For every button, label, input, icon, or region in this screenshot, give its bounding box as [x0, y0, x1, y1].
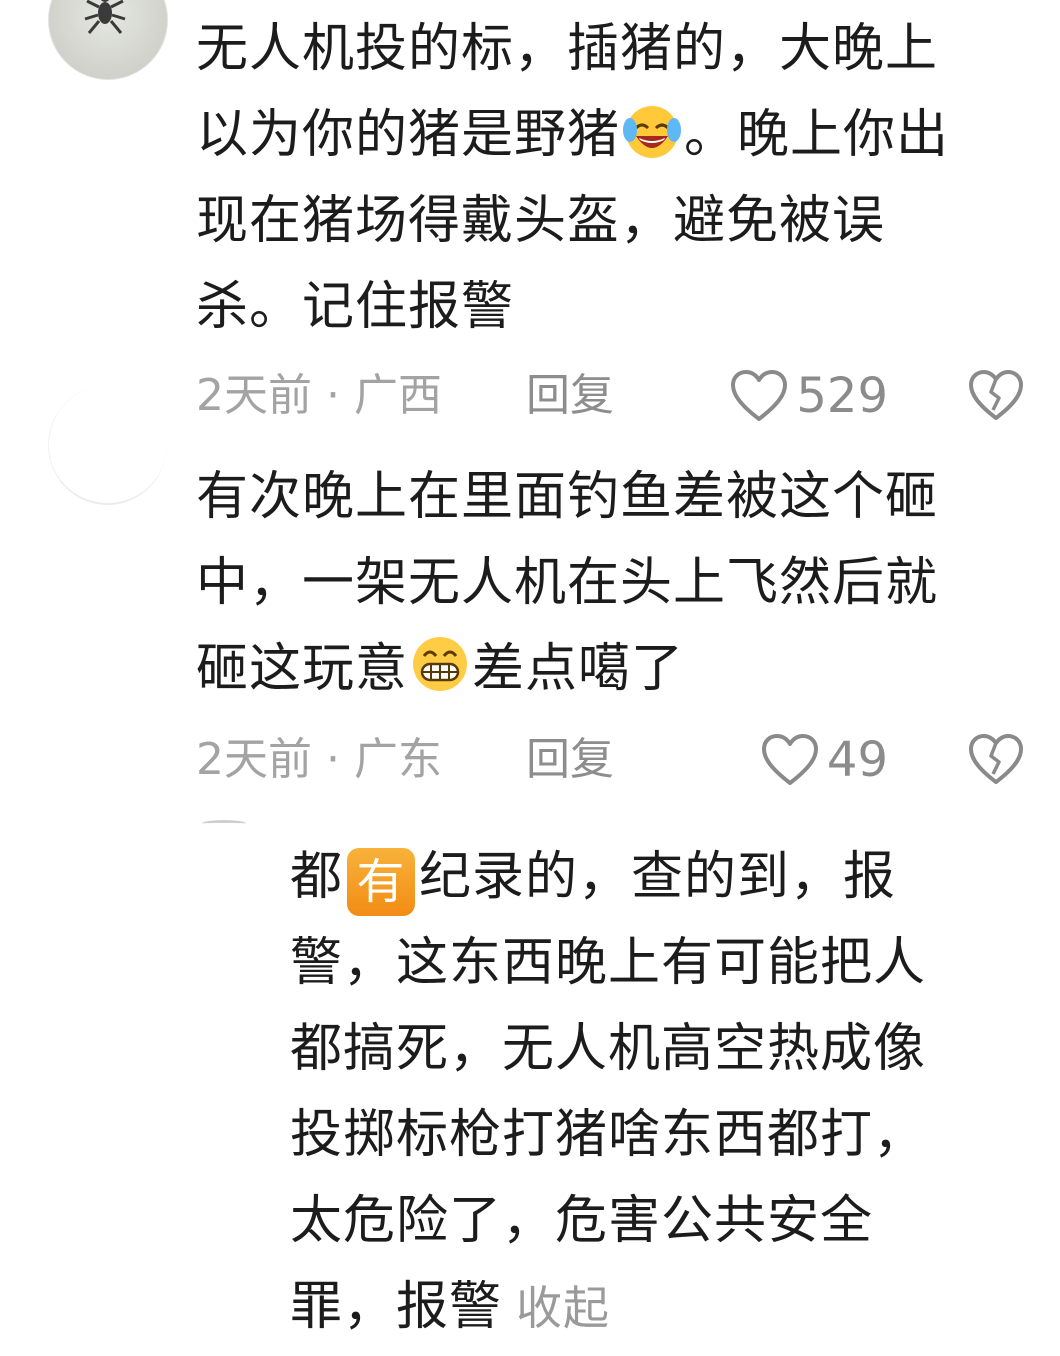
reply-line: 太危险了，危害公共安全 — [290, 1191, 874, 1251]
comment-line: 现在猪场得戴头盔，避免被误 — [196, 191, 886, 251]
reply-body: 都有纪录的，查的到，报 警，这东西晚上有可能把人 都搞死，无人机高空热成像 投掷… — [290, 834, 926, 1351]
reply-line: 罪，报警 收起 — [290, 1264, 926, 1351]
reply-avatar[interactable] — [202, 820, 246, 827]
comment-body: 有次晚上在里面钓鱼差被这个砸 中，一架无人机在头上飞然后就 砸这玩意 差点噶了 — [196, 454, 938, 712]
like-count: 529 — [796, 368, 888, 424]
time-location: 2天前 · 广西 — [196, 370, 442, 421]
reply-line: 都搞死，无人机高空热成像 — [290, 1019, 927, 1079]
collapse-button[interactable]: 收起 — [516, 1281, 610, 1335]
user-avatar[interactable] — [48, 385, 167, 505]
reply-button[interactable]: 回复 — [526, 366, 614, 426]
comment-text: 差点噶了 — [472, 639, 685, 699]
comment-line: 有次晚上在里面钓鱼差被这个砸 — [196, 467, 939, 527]
laughing-crying-emoji-icon — [623, 106, 682, 158]
broken-heart-icon[interactable] — [968, 370, 1024, 422]
comment-line: 以为你的猪是野猪 。晚上你出 — [196, 92, 949, 178]
heart-outline-icon — [761, 734, 818, 785]
reply-line: 警，这东西晚上有可能把人 — [290, 933, 927, 993]
comment-text: 砸这玩意 — [196, 639, 409, 699]
insect-avatar-image — [84, 0, 126, 34]
reply-text: 都 — [290, 847, 344, 907]
user-avatar[interactable] — [48, 0, 168, 80]
reply-text: 罪，报警 — [290, 1277, 503, 1337]
heart-outline-icon — [731, 370, 788, 421]
reply-button[interactable]: 回复 — [526, 730, 614, 790]
broken-heart-icon[interactable] — [968, 734, 1024, 786]
you-badge: 有 — [347, 848, 416, 916]
comment-line: 杀。记住报警 — [196, 277, 515, 337]
comment-text: 以为你的猪是野猪 — [196, 105, 621, 165]
comment-line: 无人机投的标，插猪的，大晚上 — [196, 19, 939, 79]
time-location: 2天前 · 广东 — [196, 734, 442, 785]
reply-text: 纪录的，查的到，报 — [419, 847, 897, 907]
reply-line: 投掷标枪打猪啥东西都打， — [290, 1105, 927, 1165]
comment-meta: 2天前 · 广东 回复 49 — [196, 730, 1026, 790]
like-button[interactable]: 529 — [730, 366, 888, 426]
grinning-teeth-emoji-icon — [413, 637, 468, 691]
comment-meta: 2天前 · 广西 回复 529 — [196, 366, 1026, 426]
comment-body: 无人机投的标，插猪的，大晚上 以为你的猪是野猪 。晚上你出 现在猪场得戴头盔，避… — [196, 6, 949, 350]
comment-line: 中，一架无人机在头上飞然后就 — [196, 553, 939, 613]
like-count: 49 — [826, 732, 888, 788]
like-button[interactable]: 49 — [761, 730, 888, 790]
comment-line: 砸这玩意 差点噶了 — [196, 626, 938, 712]
reply-line: 都有纪录的，查的到，报 — [290, 834, 926, 920]
comment-text: 。晚上你出 — [684, 105, 950, 165]
